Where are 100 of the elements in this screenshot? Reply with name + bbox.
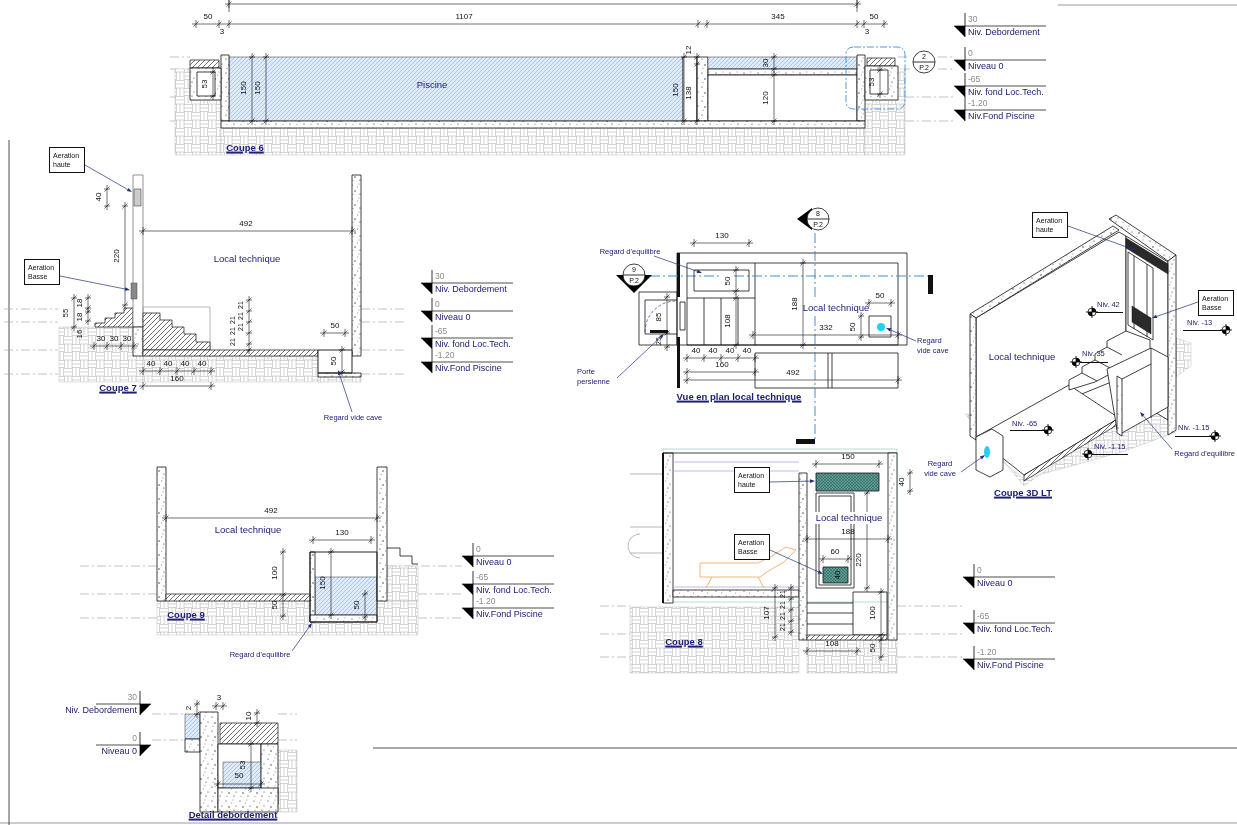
level-marker-icon bbox=[421, 297, 433, 323]
view-title: Coupe 9 bbox=[167, 608, 205, 622]
dimension-value: 3 bbox=[216, 693, 222, 703]
dimension-value: 130 bbox=[715, 231, 729, 241]
leader-line bbox=[1067, 225, 1135, 250]
dimension-value: 30 bbox=[761, 58, 771, 68]
spot-level-icon bbox=[1085, 305, 1099, 319]
level-value: -65 bbox=[476, 572, 489, 583]
dimension-value: 10 bbox=[244, 711, 254, 721]
vent-grille bbox=[822, 566, 849, 584]
spot-level-icon bbox=[1041, 423, 1055, 437]
leader-line bbox=[769, 549, 823, 574]
dimension-value: 50 bbox=[270, 600, 280, 610]
dimension-value: 40 bbox=[180, 359, 190, 369]
leader-line bbox=[1095, 312, 1124, 313]
dimension-value: 332 bbox=[819, 323, 833, 333]
balancing-chamber bbox=[309, 551, 378, 623]
level-name: Niveau 0 bbox=[968, 61, 1004, 72]
dimension-value: 50 bbox=[352, 600, 362, 610]
dimension-value: 150 bbox=[671, 83, 681, 97]
dimension-value: 50 bbox=[329, 356, 339, 366]
dimension-value: 18 bbox=[75, 298, 85, 308]
level-value: 0 bbox=[476, 544, 481, 555]
level-value: 30 bbox=[127, 692, 137, 703]
level-value: -65 bbox=[968, 74, 981, 85]
leader-line bbox=[886, 328, 917, 342]
spot-level-icon bbox=[1081, 447, 1095, 461]
level-marker-icon bbox=[462, 594, 474, 620]
dimension-value: 492 bbox=[239, 219, 253, 229]
spot-level-icon bbox=[1208, 429, 1222, 443]
level-name: Niveau 0 bbox=[476, 557, 512, 568]
dimension-value: 100 bbox=[868, 606, 878, 620]
level-marker-icon bbox=[139, 690, 151, 716]
view-title: Detail debordement bbox=[188, 808, 278, 822]
level-name: Niv.Fond Piscine bbox=[435, 363, 502, 374]
spot-level-icon bbox=[1069, 355, 1083, 369]
inspection-pit bbox=[317, 349, 353, 374]
dimension-value: 40 bbox=[742, 346, 752, 356]
dimension-value: 188 bbox=[790, 297, 800, 311]
leader-line bbox=[1009, 430, 1045, 431]
leader-line bbox=[337, 370, 353, 413]
leader-line bbox=[291, 623, 312, 652]
dimension-value: 40 bbox=[163, 359, 173, 369]
room-label: Local technique bbox=[815, 512, 883, 524]
section-marker-icon bbox=[912, 50, 936, 74]
dimension-value: 85 bbox=[654, 312, 664, 322]
dimension-value: 18 bbox=[75, 312, 85, 322]
dimension-value: 220 bbox=[854, 553, 864, 567]
view-title: Coupe 8 bbox=[665, 635, 703, 649]
level-marker-icon bbox=[963, 563, 975, 589]
level-name: Niv. fond Loc.Tech. bbox=[968, 87, 1044, 98]
dimension-value: 138 bbox=[684, 86, 694, 100]
level-value: -1.20 bbox=[435, 350, 455, 361]
dimension-value: 160 bbox=[715, 360, 729, 370]
leader-line bbox=[1182, 330, 1223, 331]
dimension-value: 30 bbox=[109, 334, 119, 344]
dimension-value: 55 bbox=[61, 308, 71, 318]
level-name: Niveau 0 bbox=[101, 746, 137, 757]
leader-line bbox=[59, 275, 130, 291]
dimension-value: 492 bbox=[264, 506, 278, 516]
level-marker-icon bbox=[421, 348, 433, 374]
level-marker-icon bbox=[963, 645, 975, 671]
dimension-value: 16 bbox=[75, 329, 85, 339]
view-title: Coupe 6 bbox=[226, 141, 264, 155]
dimension-value: 53 bbox=[867, 77, 877, 87]
leader-line bbox=[769, 479, 815, 483]
dimension-value: 150 bbox=[253, 81, 263, 95]
level-marker-icon bbox=[954, 72, 966, 98]
level-marker-icon bbox=[139, 731, 151, 757]
leader-line bbox=[1091, 454, 1129, 455]
level-name: Niv.Fond Piscine bbox=[977, 660, 1044, 671]
balancing-chamber bbox=[693, 269, 750, 292]
dimension-value: 2 bbox=[184, 705, 194, 711]
dimension-value: 50 bbox=[203, 12, 213, 22]
dimension-value: 40 bbox=[197, 359, 207, 369]
dimension-value: 150 bbox=[318, 576, 328, 590]
dimension-value: 40 bbox=[725, 346, 735, 356]
level-marker-icon bbox=[963, 609, 975, 635]
level-value: -1.20 bbox=[977, 647, 997, 658]
level-value: 0 bbox=[435, 299, 440, 310]
dimension-value: 492 bbox=[786, 368, 800, 378]
level-value: 30 bbox=[435, 271, 445, 282]
level-value: 0 bbox=[968, 48, 973, 59]
dimension-value: 40 bbox=[94, 192, 104, 202]
dimension-value: 220 bbox=[112, 249, 122, 263]
dimension-value: 50 bbox=[875, 291, 885, 301]
room-label: Local technique bbox=[213, 253, 281, 265]
level-name: Niveau 0 bbox=[977, 578, 1013, 589]
dimension-value: 50 bbox=[868, 643, 878, 653]
vent-grille bbox=[1125, 237, 1169, 275]
dimension-value: 30 bbox=[122, 334, 132, 344]
level-marker-icon bbox=[954, 96, 966, 122]
level-value: -1.20 bbox=[476, 596, 496, 607]
leader-line bbox=[960, 455, 985, 473]
dimension-value: 50 bbox=[330, 321, 340, 331]
level-marker-icon bbox=[421, 324, 433, 350]
level-marker-icon bbox=[954, 12, 966, 38]
level-name: Niv. fond Loc.Tech. bbox=[476, 585, 552, 596]
dimension-value: 345 bbox=[771, 12, 785, 22]
dimension-value: 107 bbox=[762, 606, 772, 620]
